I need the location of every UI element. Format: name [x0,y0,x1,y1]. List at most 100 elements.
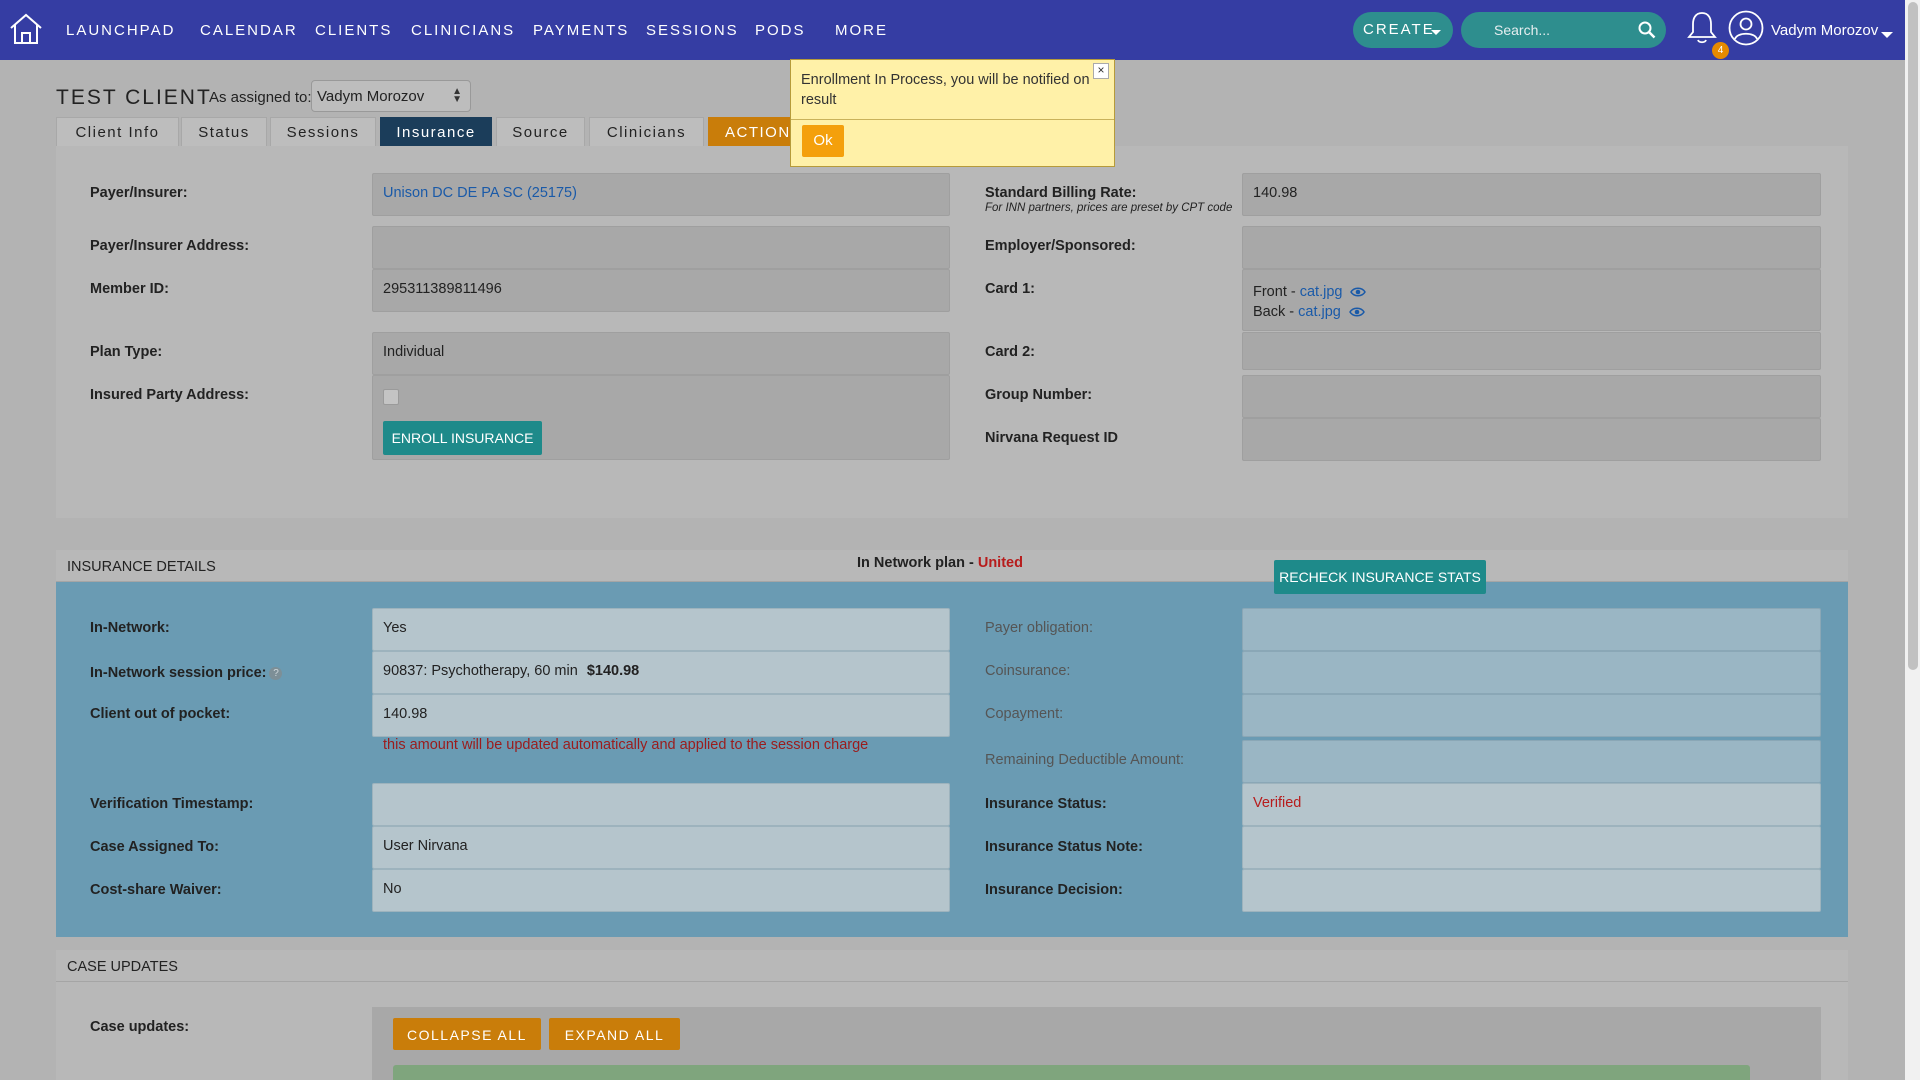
oop-hint: this amount will be updated automaticall… [383,737,869,753]
insured-address-label: Insured Party Address: [90,387,250,403]
nav-payments[interactable]: PAYMENTS [533,22,629,39]
enrollment-notification: Enrollment In Process, you will be notif… [790,59,1115,167]
card2-field[interactable] [1242,332,1821,370]
group-number-field[interactable] [1242,375,1821,418]
insured-address-checkbox[interactable] [383,389,399,405]
collapse-all-button[interactable]: COLLAPSE ALL [393,1018,541,1050]
insurance-details-title: INSURANCE DETAILS [67,559,216,575]
top-nav: LAUNCHPAD CALENDAR CLIENTS CLINICIANS PA… [0,0,1905,60]
user-name[interactable]: Vadym Morozov [1771,22,1878,39]
group-number-label: Group Number: [985,387,1093,403]
card1-field: Front - cat.jpg Back - cat.jpg [1242,269,1821,331]
payer-label: Payer/Insurer: [90,185,188,201]
copayment-field[interactable] [1242,694,1821,737]
chevron-down-icon [1431,30,1441,35]
eye-icon[interactable] [1350,286,1367,298]
card1-back-row: Back - cat.jpg [1253,302,1810,322]
card1-back-link[interactable]: cat.jpg [1298,304,1341,320]
nav-more[interactable]: MORE [835,22,888,39]
billing-rate-label: Standard Billing Rate: [985,185,1137,201]
decision-label: Insurance Decision: [985,882,1123,898]
nav-clinicians[interactable]: CLINICIANS [411,22,515,39]
user-menu-chevron-icon[interactable] [1881,32,1893,38]
network-plan: In Network plan - United [857,555,1023,571]
payer-obligation-label: Payer obligation: [985,620,1094,636]
tab-actions[interactable]: ACTIONS [708,117,798,147]
payer-link[interactable]: Unison DC DE PA SC (25175) [383,185,577,201]
search-input[interactable] [1494,20,1624,40]
nav-launchpad[interactable]: LAUNCHPAD [66,22,175,39]
scrollbar-thumb[interactable] [1908,2,1918,670]
tab-clinicians[interactable]: Clinicians [589,117,704,147]
network-plan-value: United [977,555,1023,571]
network-plan-prefix: In Network plan - [857,555,978,571]
assigned-label: As assigned to: [209,89,312,106]
waiver-label: Cost-share Waiver: [90,882,222,898]
tab-client-info[interactable]: Client Info [56,117,179,147]
coinsurance-field[interactable] [1242,651,1821,694]
plan-type-field[interactable]: Individual [372,332,950,375]
status-value: Verified [1253,795,1302,811]
modal-divider [791,119,1114,120]
assigned-value: Vadym Morozov [317,88,425,105]
expand-all-button[interactable]: EXPAND ALL [549,1018,680,1050]
nirvana-label: Nirvana Request ID [985,430,1118,446]
search-icon[interactable] [1638,21,1656,39]
close-icon[interactable]: × [1093,63,1109,79]
home-icon[interactable] [8,11,44,47]
search-box [1461,12,1666,48]
select-arrows-icon: ▲ ▼ [452,86,462,105]
deductible-field[interactable] [1242,740,1821,783]
waiver-field[interactable]: No [372,869,950,912]
assigned-select[interactable]: Vadym Morozov ▲ ▼ [311,80,471,112]
case-update-item[interactable] [393,1065,1750,1080]
ok-button[interactable]: Ok [802,125,844,157]
nav-calendar[interactable]: CALENDAR [200,22,298,39]
status-field[interactable]: Verified [1242,783,1821,826]
session-price-label-text: In-Network session price: [90,665,267,681]
tab-sessions[interactable]: Sessions [270,117,376,147]
member-id-label: Member ID: [90,281,169,297]
tab-source[interactable]: Source [496,117,585,147]
tab-insurance[interactable]: Insurance [380,117,492,147]
enroll-insurance-button[interactable]: ENROLL INSURANCE [383,421,542,455]
deductible-label: Remaining Deductible Amount: [985,752,1185,768]
oop-field[interactable]: 140.98 [372,694,950,737]
payer-obligation-field[interactable] [1242,608,1821,651]
payer-field[interactable]: Unison DC DE PA SC (25175) [372,173,950,216]
help-icon[interactable]: ? [269,666,283,680]
nav-pods[interactable]: PODS [755,22,806,39]
tab-status[interactable]: Status [181,117,267,147]
in-network-label: In-Network: [90,620,170,636]
plan-type-label: Plan Type: [90,344,163,360]
create-button[interactable]: CREATE [1353,12,1453,48]
copayment-label: Copayment: [985,706,1064,722]
verification-field[interactable] [372,783,950,826]
billing-rate-note: For INN partners, prices are preset by C… [985,202,1233,214]
billing-rate-field[interactable]: 140.98 [1242,173,1821,216]
card1-front-link[interactable]: cat.jpg [1300,284,1343,300]
bell-icon[interactable] [1686,10,1718,46]
create-label: CREATE [1363,21,1435,38]
decision-field[interactable] [1242,869,1821,912]
card1-front-prefix: Front - [1253,284,1300,300]
case-updates-title: CASE UPDATES [67,959,178,975]
member-id-field[interactable]: 295311389811496 [372,269,950,312]
session-price-field[interactable]: 90837: Psychotherapy, 60 min $140.98 [372,651,950,694]
employer-field[interactable] [1242,226,1821,269]
in-network-field[interactable]: Yes [372,608,950,651]
session-price-amount: $140.98 [586,663,640,679]
status-note-field[interactable] [1242,826,1821,869]
eye-icon[interactable] [1348,306,1365,318]
nav-sessions[interactable]: SESSIONS [646,22,739,39]
status-label: Insurance Status: [985,796,1107,812]
notification-message: Enrollment In Process, you will be notif… [801,72,1090,108]
status-note-label: Insurance Status Note: [985,839,1143,855]
case-assigned-field[interactable]: User Nirvana [372,826,950,869]
payer-address-field[interactable] [372,226,950,269]
nirvana-field[interactable] [1242,418,1821,461]
case-updates-bar: CASE UPDATES [56,950,1848,982]
nav-clients[interactable]: CLIENTS [315,22,392,39]
user-avatar-icon[interactable] [1728,10,1764,46]
recheck-insurance-button[interactable]: RECHECK INSURANCE STATS [1274,560,1486,594]
